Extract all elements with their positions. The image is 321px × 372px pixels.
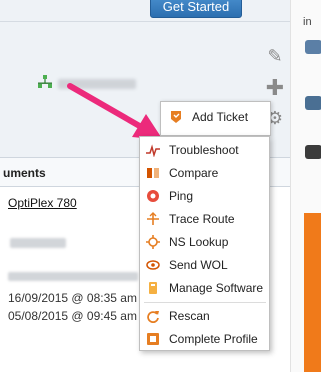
profile-icon	[146, 332, 160, 346]
menu-item-trace-route[interactable]: Trace Route	[146, 209, 235, 229]
menu-label: Compare	[169, 166, 219, 180]
right-column: in	[290, 0, 321, 372]
menu-label: Rescan	[169, 309, 210, 323]
menu-label: Manage Software	[169, 281, 264, 295]
redacted-value	[8, 272, 138, 281]
right-label: in	[303, 16, 312, 28]
menu-label: Send WOL	[169, 258, 228, 272]
ping-icon	[146, 189, 160, 203]
menu-item-compare[interactable]: Compare	[146, 163, 218, 183]
software-icon	[146, 281, 160, 295]
pulse-icon	[146, 143, 160, 157]
add-menu: Add Ticket	[160, 101, 271, 136]
thumbnail-icon[interactable]	[305, 145, 321, 159]
thumbnail-icon[interactable]	[305, 40, 321, 54]
top-band: Get Started	[0, 0, 290, 22]
compare-icon	[146, 166, 160, 180]
date-line: 05/08/2015 @ 09:45 am	[8, 309, 137, 323]
orange-banner	[304, 213, 321, 372]
thumbnail-icon[interactable]	[305, 96, 321, 110]
menu-item-manage-software[interactable]: Manage Software	[146, 278, 263, 298]
menu-divider	[144, 302, 266, 303]
section-title: uments	[3, 166, 46, 180]
ns-lookup-icon	[146, 235, 160, 249]
context-menu: Troubleshoot Compare Ping Trace Route NS…	[139, 136, 270, 351]
menu-label: Complete Profile	[169, 332, 258, 346]
menu-label: NS Lookup	[169, 235, 229, 249]
model-link[interactable]: OptiPlex 780	[8, 196, 77, 210]
trace-route-icon	[146, 212, 160, 226]
device-name-redacted	[58, 79, 136, 89]
menu-item-send-wol[interactable]: Send WOL	[146, 255, 228, 275]
add-ticket-item[interactable]: Add Ticket	[169, 107, 248, 127]
get-started-button[interactable]: Get Started	[150, 0, 242, 18]
menu-item-rescan[interactable]: Rescan	[146, 306, 210, 326]
menu-item-ns-lookup[interactable]: NS Lookup	[146, 232, 228, 252]
menu-label: Ping	[169, 189, 194, 203]
wol-icon	[146, 258, 160, 272]
redacted-value	[10, 238, 66, 248]
menu-item-troubleshoot[interactable]: Troubleshoot	[146, 140, 239, 160]
menu-label: Troubleshoot	[169, 143, 239, 157]
ticket-icon	[169, 110, 183, 124]
add-ticket-label: Add Ticket	[192, 110, 249, 124]
menu-item-complete-profile[interactable]: Complete Profile	[146, 329, 258, 349]
add-plus-icon[interactable]: ✚	[265, 77, 285, 99]
menu-item-ping[interactable]: Ping	[146, 186, 193, 206]
edit-pencil-icon[interactable]: ✎	[265, 46, 285, 66]
rescan-icon	[146, 309, 160, 323]
date-line: 16/09/2015 @ 08:35 am	[8, 291, 137, 305]
menu-label: Trace Route	[169, 212, 235, 226]
network-device-icon	[38, 75, 52, 88]
